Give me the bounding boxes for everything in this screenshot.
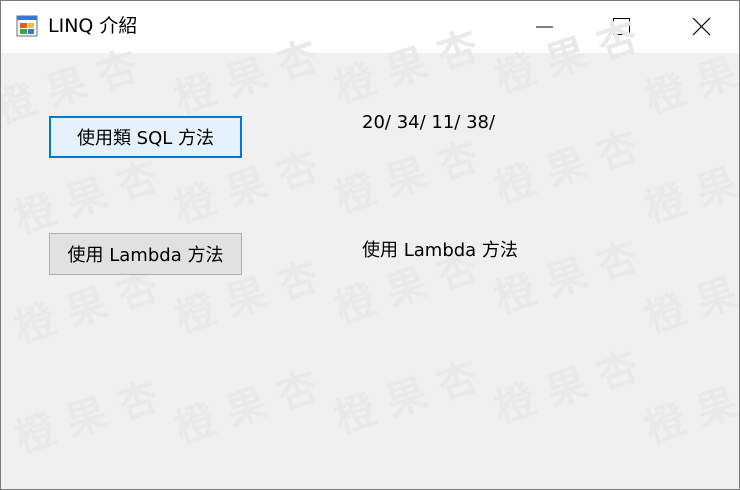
watermark-text: 橙果杏 bbox=[639, 358, 740, 453]
watermark-text: 橙果杏 bbox=[489, 338, 658, 433]
watermark-text: 橙果杏 bbox=[489, 118, 658, 213]
minimize-icon bbox=[536, 26, 553, 28]
watermark-text: 橙果杏 bbox=[639, 138, 740, 233]
sql-method-button[interactable]: 使用類 SQL 方法 bbox=[49, 116, 242, 158]
form-client-area: 橙果杏 橙果杏 橙果杏 橙果杏 橙果杏 橙果杏 橙果杏 橙果杏 橙果杏 橙果杏 … bbox=[1, 9, 740, 489]
form-app-icon bbox=[16, 15, 38, 37]
watermark-text: 橙果杏 bbox=[9, 368, 178, 463]
lambda-method-button[interactable]: 使用 Lambda 方法 bbox=[49, 233, 242, 275]
app-window: LINQ 介紹 橙果杏 橙果杏 橙果杏 橙果杏 橙果杏 橙果杏 橙果杏 橙果杏 … bbox=[0, 0, 740, 490]
watermark-text: 橙果杏 bbox=[169, 358, 338, 453]
lambda-result-label: 使用 Lambda 方法 bbox=[362, 240, 518, 261]
maximize-icon bbox=[613, 18, 630, 35]
watermark-text: 橙果杏 bbox=[639, 248, 740, 343]
watermark-text: 橙果杏 bbox=[489, 228, 658, 323]
minimize-button[interactable] bbox=[514, 1, 574, 53]
sql-result-label: 20/ 34/ 11/ 38/ bbox=[362, 112, 496, 133]
maximize-button[interactable] bbox=[591, 1, 651, 53]
watermark-text: 橙果杏 bbox=[329, 348, 498, 443]
window-title: LINQ 介紹 bbox=[48, 15, 138, 37]
close-icon bbox=[692, 17, 711, 36]
close-button[interactable] bbox=[671, 1, 731, 53]
title-bar[interactable]: LINQ 介紹 bbox=[1, 1, 739, 53]
watermark-text: 橙果杏 bbox=[329, 128, 498, 223]
